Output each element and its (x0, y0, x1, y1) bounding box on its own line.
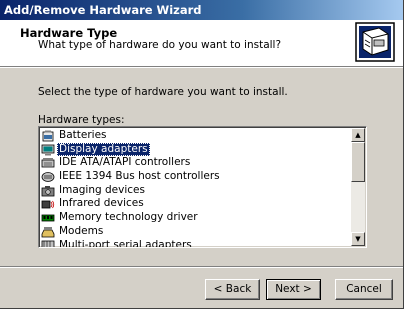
hardware-types-listbox[interactable]: Batteries Display adapters IDE ATA/ATAPI… (38, 126, 367, 248)
monitor-icon (41, 144, 55, 156)
list-item-memory-technology[interactable]: Memory technology driver (41, 211, 350, 225)
list-item-display-adapters[interactable]: Display adapters (41, 142, 350, 157)
scroll-down-button[interactable]: ▼ (351, 232, 365, 246)
back-button[interactable]: < Back (205, 279, 260, 300)
footer-divider-highlight (0, 267, 404, 268)
infrared-icon (41, 200, 55, 209)
list-item-label: Multi-port serial adapters (59, 238, 192, 248)
list-item-label: IEEE 1394 Bus host controllers (59, 170, 220, 183)
instruction-text: Select the type of hardware you want to … (38, 86, 288, 98)
ide-controller-icon (41, 158, 55, 168)
serial-port-icon (41, 240, 55, 247)
page-subtitle: What type of hardware do you want to ins… (38, 39, 282, 51)
hardware-types-label: Hardware types: (38, 114, 125, 126)
list-item-ieee1394[interactable]: IEEE 1394 Bus host controllers (41, 170, 350, 184)
memory-icon (41, 214, 55, 222)
list-item-label: Batteries (59, 129, 107, 141)
window-title: Add/Remove Hardware Wizard (4, 3, 202, 17)
list-item-label: Modems (59, 224, 104, 237)
window-titlebar[interactable]: Add/Remove Hardware Wizard (0, 0, 404, 20)
battery-icon (42, 130, 54, 142)
ieee1394-icon (41, 172, 55, 182)
list-item-modems[interactable]: Modems (41, 225, 350, 239)
list-item-label: Imaging devices (59, 183, 145, 196)
hardware-wizard-icon (355, 22, 395, 62)
list-item-multiport-serial[interactable]: Multi-port serial adapters (41, 238, 350, 248)
list-item-imaging-devices[interactable]: Imaging devices (41, 184, 350, 198)
hardware-types-list: Batteries Display adapters IDE ATA/ATAPI… (41, 129, 350, 248)
scroll-thumb[interactable] (351, 142, 365, 182)
list-item-infrared-devices[interactable]: Infrared devices (41, 197, 350, 211)
page-title: Hardware Type (20, 26, 118, 40)
list-scrollbar[interactable]: ▲ ▼ (351, 128, 365, 246)
next-button[interactable]: Next > (266, 279, 321, 300)
list-item-label: Infrared devices (59, 197, 144, 210)
list-item-ide-controllers[interactable]: IDE ATA/ATAPI controllers (41, 156, 350, 170)
list-item-batteries[interactable]: Batteries (41, 129, 350, 143)
wizard-header: Hardware Type What type of hardware do y… (0, 20, 404, 68)
cancel-button[interactable]: Cancel (335, 279, 393, 300)
list-item-label: IDE ATA/ATAPI controllers (59, 156, 191, 169)
camera-icon (41, 185, 55, 196)
list-item-label: Display adapters (57, 142, 150, 157)
modem-icon (41, 226, 55, 238)
scroll-up-button[interactable]: ▲ (351, 128, 365, 142)
list-item-label: Memory technology driver (59, 211, 198, 224)
